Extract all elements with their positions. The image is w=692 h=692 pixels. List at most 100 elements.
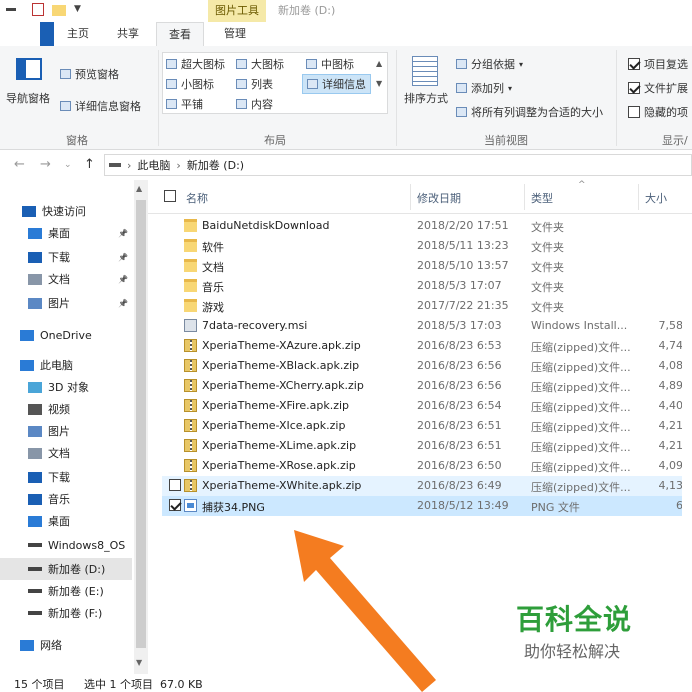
file-row[interactable]: 音乐 2018/5/3 17:07 文件夹 (162, 276, 692, 296)
file-date: 2018/5/3 17:03 (417, 319, 502, 332)
file-row[interactable]: XperiaTheme-XAzure.apk.zip 2016/8/23 6:53… (162, 336, 692, 356)
column-header-name[interactable]: 名称 (186, 190, 208, 206)
file-row[interactable]: XperiaTheme-XBlack.apk.zip 2016/8/23 6:56… (162, 356, 692, 376)
breadcrumb-separator-icon: › (127, 158, 132, 172)
file-row[interactable]: 捕获34.PNG2018/5/12 13:49PNG 文件68 (162, 496, 692, 516)
sidebar-item[interactable]: 图片 📌 (0, 292, 132, 314)
navigation-scrollbar[interactable]: ▲ ▼ (134, 180, 148, 674)
list-option[interactable]: 列表 (236, 76, 273, 92)
sidebar-item[interactable]: 图片 (0, 420, 132, 442)
breadcrumb-drive-d[interactable]: 新加卷 (D:) (187, 157, 244, 173)
tab-view[interactable]: 查看 (156, 22, 204, 46)
navigation-scroll-thumb[interactable] (136, 200, 146, 648)
sort-by-icon[interactable] (412, 56, 438, 86)
column-divider[interactable] (410, 184, 411, 210)
sidebar-item[interactable]: 新加卷 (D:) (0, 558, 132, 580)
medium-icons-option[interactable]: 中图标 (306, 56, 354, 72)
row-checkbox[interactable] (169, 499, 181, 511)
xlarge-icons-option[interactable]: 超大图标 (166, 56, 225, 72)
sidebar-item[interactable]: 下载 (0, 466, 132, 488)
details-pane-button[interactable]: 详细信息窗格 (60, 98, 141, 114)
row-checkbox[interactable] (169, 479, 181, 491)
add-column-button[interactable]: 添加列 ▾ (456, 80, 512, 96)
tab-share[interactable]: 共享 (108, 22, 148, 46)
pin-icon[interactable]: 📌 (118, 275, 128, 284)
file-row[interactable]: XperiaTheme-XRose.apk.zip 2016/8/23 6:50 压… (162, 456, 692, 476)
column-divider[interactable] (638, 184, 639, 210)
file-row[interactable]: XperiaTheme-XIce.apk.zip 2016/8/23 6:51 压缩… (162, 416, 692, 436)
column-header-type[interactable]: 类型 (531, 190, 553, 206)
sidebar-item[interactable]: 桌面 📌 (0, 222, 132, 244)
select-all-checkbox[interactable] (164, 190, 176, 202)
sidebar-item[interactable]: 文档 📌 (0, 268, 132, 290)
preview-pane-button[interactable]: 预览窗格 (60, 66, 119, 82)
sidebar-item[interactable]: 音乐 (0, 488, 132, 510)
fit-columns-button[interactable]: 将所有列调整为合适的大小 (456, 104, 603, 120)
sidebar-item[interactable]: 视频 (0, 398, 132, 420)
sidebar-item[interactable]: 文档 (0, 442, 132, 464)
recent-locations-icon[interactable]: ⌄ (64, 160, 72, 170)
item-checkboxes-toggle[interactable]: 项目复选 (628, 56, 688, 72)
scroll-down-icon[interactable]: ▼ (136, 658, 142, 667)
up-arrow-icon[interactable]: ↑ (84, 157, 95, 172)
xlarge-icons-label: 超大图标 (181, 58, 225, 71)
file-row[interactable]: 7data-recovery.msi 2018/5/3 17:03 Windows … (162, 316, 692, 336)
file-row[interactable]: 文档 2018/5/10 13:57 文件夹 (162, 256, 692, 276)
new-folder-icon[interactable] (52, 5, 66, 16)
column-header-row: 名称 修改日期 类型 ^ 大小 (148, 180, 692, 214)
sidebar-item[interactable]: 网络 (0, 634, 132, 656)
pin-icon[interactable]: 📌 (118, 299, 128, 308)
breadcrumb-this-pc[interactable]: 此电脑 (137, 157, 170, 173)
sidebar-item-label: 下载 (48, 251, 70, 264)
hidden-items-toggle[interactable]: 隐藏的项 (628, 104, 688, 120)
sidebar-item[interactable]: 桌面 (0, 510, 132, 532)
address-bar-row: ← → ⌄ ↑ › 此电脑 › 新加卷 (D:) (0, 150, 692, 180)
file-row[interactable]: XperiaTheme-XCherry.apk.zip 2016/8/23 6:5… (162, 376, 692, 396)
sidebar-item-label: 视频 (48, 403, 70, 416)
content-option[interactable]: 内容 (236, 96, 273, 112)
sidebar-item[interactable]: 新加卷 (E:) (0, 580, 132, 602)
layout-scroll-icon[interactable]: ▲ ▼ (376, 54, 382, 94)
sidebar-item[interactable]: 3D 对象 (0, 376, 132, 398)
add-column-label: 添加列 (471, 82, 504, 95)
small-icons-option[interactable]: 小图标 (166, 76, 214, 92)
address-box[interactable]: › 此电脑 › 新加卷 (D:) (104, 154, 692, 176)
tab-home[interactable]: 主页 (58, 22, 98, 46)
file-row[interactable]: XperiaTheme-XFire.apk.zip 2016/8/23 6:54 压… (162, 396, 692, 416)
quick-access-dropdown-icon[interactable]: ▼ (74, 4, 81, 20)
file-tab[interactable] (40, 22, 54, 46)
file-name: 软件 (202, 241, 224, 254)
file-row[interactable]: 游戏 2017/7/22 21:35 文件夹 (162, 296, 692, 316)
sidebar-item[interactable]: 下载 📌 (0, 246, 132, 268)
sort-by-button[interactable]: 排序方式 (404, 90, 448, 106)
navigation-pane-icon[interactable] (16, 58, 42, 80)
navigation-pane-button[interactable]: 导航窗格 (6, 90, 50, 106)
tab-manage[interactable]: 管理 (212, 22, 258, 46)
pin-icon[interactable]: 📌 (118, 229, 128, 238)
sidebar-item[interactable]: 新加卷 (F:) (0, 602, 132, 624)
tiles-option[interactable]: 平铺 (166, 96, 203, 112)
medium-icons-label: 中图标 (321, 58, 354, 71)
sidebar-item[interactable]: 快速访问 (0, 200, 132, 222)
sidebar-item[interactable]: OneDrive (0, 324, 132, 346)
ribbon: 导航窗格 预览窗格 详细信息窗格 窗格 超大图标 大图标 中图标 小图标 列表 … (0, 46, 692, 150)
file-row[interactable]: 软件 2018/5/11 13:23 文件夹 (162, 236, 692, 256)
file-row[interactable]: XperiaTheme-XLime.apk.zip 2016/8/23 6:51 压… (162, 436, 692, 456)
file-extensions-toggle[interactable]: 文件扩展 (628, 80, 688, 96)
file-row[interactable]: BaiduNetdiskDownload 2018/2/20 17:51 文件夹 (162, 216, 692, 236)
column-divider[interactable] (524, 184, 525, 210)
pin-icon[interactable]: 📌 (118, 253, 128, 262)
large-icons-option[interactable]: 大图标 (236, 56, 284, 72)
forward-arrow-icon[interactable]: → (40, 157, 51, 172)
details-view-option[interactable]: 详细信息 (302, 74, 371, 94)
sidebar-item[interactable]: Windows8_OS (0, 534, 132, 556)
column-header-size[interactable]: 大小 (645, 190, 667, 206)
scroll-up-icon[interactable]: ▲ (136, 184, 142, 193)
sidebar-item[interactable]: 此电脑 (0, 354, 132, 376)
group-by-button[interactable]: 分组依据 ▾ (456, 56, 523, 72)
window-icon[interactable] (6, 8, 16, 11)
file-row[interactable]: XperiaTheme-XWhite.apk.zip 2016/8/23 6:49… (162, 476, 692, 496)
back-arrow-icon[interactable]: ← (14, 157, 25, 172)
column-header-date[interactable]: 修改日期 (417, 190, 461, 206)
properties-icon[interactable] (32, 3, 44, 16)
